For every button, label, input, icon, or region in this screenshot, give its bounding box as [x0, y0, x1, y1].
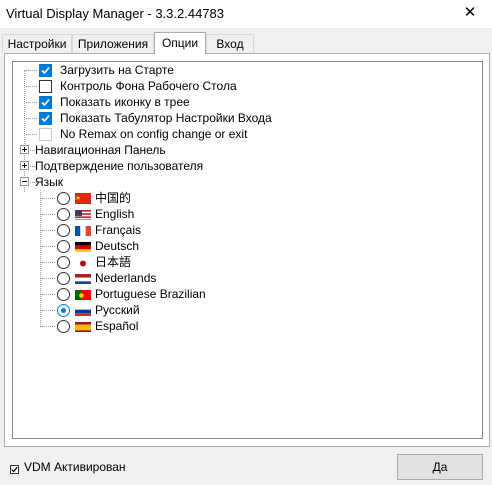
language-label: Nederlands	[95, 271, 157, 285]
option-label: Контроль Фона Рабочего Стола	[60, 79, 237, 93]
collapse-icon[interactable]	[20, 177, 29, 186]
pt-flag-icon	[75, 289, 91, 300]
radio-button[interactable]	[57, 256, 70, 269]
tab-options[interactable]: Опции	[154, 32, 206, 54]
radio-button[interactable]	[57, 288, 70, 301]
fr-flag-icon	[75, 225, 91, 236]
ru-flag-icon	[75, 305, 91, 316]
language-item-chinese[interactable]: 中国的	[13, 190, 473, 206]
tab-bar: Настройки Приложения Опции Вход	[0, 32, 492, 54]
group-user-confirmation[interactable]: Подтверждение пользователя	[13, 158, 473, 174]
radio-button[interactable]	[57, 224, 70, 237]
group-navigation-panel[interactable]: Навигационная Панель	[13, 142, 473, 158]
cn-flag-icon	[75, 193, 91, 204]
language-item-german[interactable]: Deutsch	[13, 238, 473, 254]
option-show-tray-icon[interactable]: Показать иконку в трее	[13, 94, 473, 110]
expand-icon[interactable]	[20, 145, 29, 154]
expand-icon[interactable]	[20, 161, 29, 170]
checkbox[interactable]	[39, 112, 52, 125]
option-desktop-background[interactable]: Контроль Фона Рабочего Стола	[13, 78, 473, 94]
window-title: Virtual Display Manager - 3.3.2.44783	[6, 6, 224, 21]
language-item-russian[interactable]: Русский	[13, 302, 473, 318]
tab-login[interactable]: Вход	[206, 34, 254, 53]
option-label: Показать Табулятор Настройки Входа	[60, 111, 272, 125]
jp-flag-icon	[75, 257, 91, 268]
option-label: Загрузить на Старте	[60, 63, 174, 77]
option-label: No Remax on config change or exit	[60, 127, 248, 141]
tab-applications[interactable]: Приложения	[72, 34, 154, 53]
radio-button[interactable]	[57, 240, 70, 253]
language-item-spanish[interactable]: Español	[13, 318, 473, 334]
vdm-activated-checkbox[interactable]	[10, 463, 19, 474]
language-item-portuguese[interactable]: Portuguese Brazilian	[13, 286, 473, 302]
group-label: Навигационная Панель	[35, 143, 166, 157]
group-label: Язык	[35, 175, 64, 189]
radio-button[interactable]	[57, 208, 70, 221]
group-label: Подтверждение пользователя	[35, 159, 204, 173]
us-flag-icon	[75, 209, 91, 220]
option-load-on-start[interactable]: Загрузить на Старте	[13, 62, 473, 78]
group-language[interactable]: Язык	[13, 174, 473, 190]
radio-button[interactable]	[57, 272, 70, 285]
option-no-remax[interactable]: No Remax on config change or exit	[13, 126, 473, 142]
es-flag-icon	[75, 321, 91, 332]
nl-flag-icon	[75, 273, 91, 284]
language-label: English	[95, 207, 135, 221]
option-show-login-tab[interactable]: Показать Табулятор Настройки Входа	[13, 110, 473, 126]
checkbox[interactable]	[39, 128, 52, 141]
language-item-dutch[interactable]: Nederlands	[13, 270, 473, 286]
radio-button[interactable]	[57, 192, 70, 205]
checkbox[interactable]	[39, 64, 52, 77]
language-label: Español	[95, 319, 139, 333]
language-item-english[interactable]: English	[13, 206, 473, 222]
option-label: Показать иконку в трее	[60, 95, 190, 109]
language-label: 中国的	[95, 191, 132, 205]
tab-settings[interactable]: Настройки	[2, 34, 72, 53]
title-bar: Virtual Display Manager - 3.3.2.44783 ✕	[0, 0, 492, 28]
language-label: Deutsch	[95, 239, 140, 253]
language-item-japanese[interactable]: 日本語	[13, 254, 473, 270]
ok-button[interactable]: Да	[397, 454, 483, 480]
de-flag-icon	[75, 241, 91, 252]
radio-button-selected[interactable]	[57, 304, 70, 317]
vdm-activated-label: VDM Активирован	[24, 460, 126, 474]
options-panel: Загрузить на Старте Контроль Фона Рабоче…	[4, 53, 490, 447]
language-item-french[interactable]: Français	[13, 222, 473, 238]
checkbox[interactable]	[39, 80, 52, 93]
close-button[interactable]: ✕	[448, 0, 492, 28]
language-label: Français	[95, 223, 142, 237]
options-tree: Загрузить на Старте Контроль Фона Рабоче…	[12, 61, 483, 439]
checkbox[interactable]	[39, 96, 52, 109]
language-label: 日本語	[95, 255, 132, 269]
language-label: Portuguese Brazilian	[95, 287, 206, 301]
radio-button[interactable]	[57, 320, 70, 333]
language-label: Русский	[95, 303, 140, 317]
